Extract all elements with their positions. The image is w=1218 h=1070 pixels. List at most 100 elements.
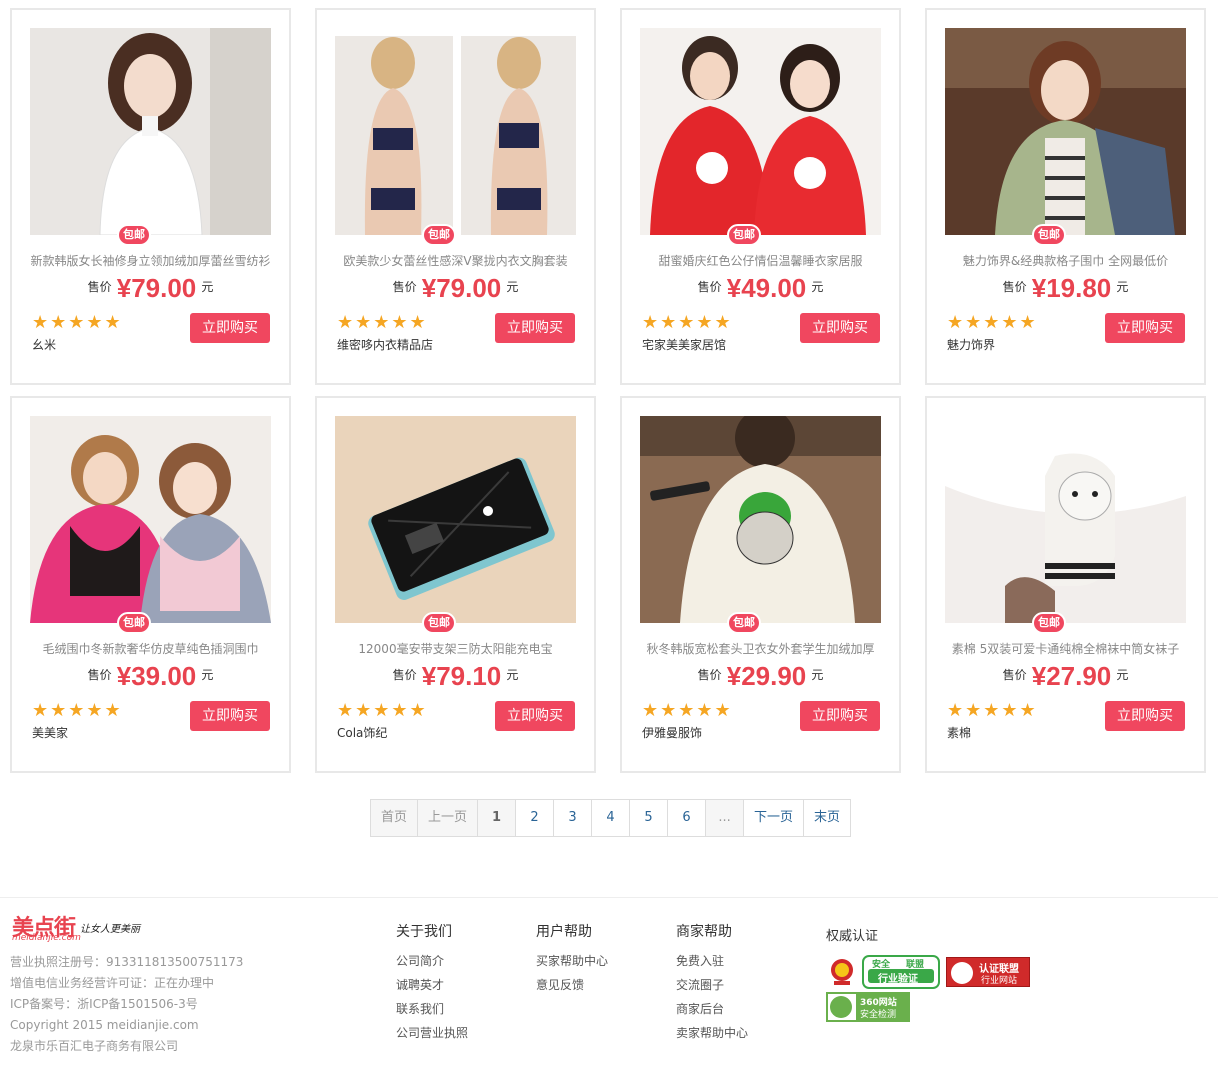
product-card[interactable]: 包邮 甜蜜婚庆红色公仔情侣温馨睡衣家居服 售价 ¥49.00 元 ★★★★★ 宅… (620, 8, 901, 385)
buy-now-button[interactable]: 立即购买 (800, 313, 880, 343)
free-shipping-badge: 包邮 (1032, 224, 1066, 246)
price-value: ¥27.90 (1031, 661, 1112, 691)
rating-stars: ★★★★★ (947, 312, 1038, 333)
rating-stars: ★★★★★ (947, 700, 1038, 721)
buy-now-button[interactable]: 立即购买 (800, 701, 880, 731)
site-logo[interactable]: 美点街 meidianjie.com 让女人更美丽 (12, 910, 152, 944)
price-unit: 元 (811, 280, 824, 294)
shop-name[interactable]: 伊雅曼服饰 (642, 724, 702, 741)
product-image[interactable] (945, 416, 1186, 623)
buy-now-button[interactable]: 立即购买 (190, 701, 270, 731)
page-link[interactable]: 2 (516, 800, 555, 836)
price-label: 售价 (697, 668, 722, 682)
copyright: Copyright 2015 meidianjie.com (10, 1018, 199, 1032)
logo-domain: meidianjie.com (12, 933, 81, 943)
security-alliance-badge[interactable]: 安全 联盟 行业验证 (862, 955, 940, 989)
buy-now-button[interactable]: 立即购买 (495, 313, 575, 343)
product-image[interactable] (640, 416, 881, 623)
product-title[interactable]: 素棉 5双装可爱卡通纯棉全棉袜中筒女袜子 (937, 640, 1194, 657)
product-card[interactable]: 包邮 秋冬韩版宽松套头卫衣女外套学生加绒加厚 售价 ¥29.90 元 ★★★★★… (620, 396, 901, 773)
footer-link[interactable]: 免费入驻 (676, 949, 748, 973)
product-card[interactable]: 包邮 毛绒围巾冬新款奢华仿皮草纯色插洞围巾 售价 ¥39.00 元 ★★★★★ … (10, 396, 291, 773)
footer-link[interactable]: 交流圈子 (676, 973, 748, 997)
page-link[interactable]: 6 (668, 800, 707, 836)
product-card[interactable]: 包邮 新款韩版女长袖修身立领加绒加厚蕾丝雪纺衫 售价 ¥79.00 元 ★★★★… (10, 8, 291, 385)
next-page-link[interactable]: 下一页 (744, 800, 805, 836)
footer-link[interactable]: 诚聘英才 (396, 973, 468, 997)
360-security-badge[interactable]: 360网站 安全检测 (826, 992, 910, 1022)
price-label: 售价 (392, 280, 417, 294)
product-image[interactable] (30, 416, 271, 623)
price-value: ¥79.10 (421, 661, 502, 691)
pagination: 首页 上一页 1 2 3 4 5 6 ... 下一页 末页 (370, 799, 852, 837)
product-title[interactable]: 毛绒围巾冬新款奢华仿皮草纯色插洞围巾 (22, 640, 279, 657)
product-image[interactable] (335, 28, 576, 235)
shop-name[interactable]: Cola饰纪 (337, 724, 387, 741)
price-row: 售价 ¥79.10 元 (317, 661, 594, 692)
shop-name[interactable]: 幺米 (32, 336, 56, 353)
product-title[interactable]: 12000毫安带支架三防太阳能充电宝 (327, 640, 584, 657)
rating-stars: ★★★★★ (337, 312, 428, 333)
product-image[interactable] (335, 416, 576, 623)
cert-text: 行业网站 (981, 976, 1018, 986)
price-row: 售价 ¥79.00 元 (317, 273, 594, 304)
footer-link[interactable]: 商家后台 (676, 997, 748, 1021)
price-label: 售价 (1002, 668, 1027, 682)
price-value: ¥79.00 (421, 273, 502, 303)
prev-page-link[interactable]: 上一页 (418, 800, 479, 836)
product-title[interactable]: 甜蜜婚庆红色公仔情侣温馨睡衣家居服 (632, 252, 889, 269)
shop-name[interactable]: 宅家美美家居馆 (642, 336, 726, 353)
price-label: 售价 (697, 280, 722, 294)
price-label: 售价 (1002, 280, 1027, 294)
free-shipping-badge: 包邮 (117, 224, 151, 246)
product-image[interactable] (30, 28, 271, 235)
product-card[interactable]: 包邮 魅力饰界&经典款格子围巾 全网最低价 售价 ¥19.80 元 ★★★★★ … (925, 8, 1206, 385)
page-link[interactable]: 4 (592, 800, 631, 836)
free-shipping-badge: 包邮 (117, 612, 151, 634)
buy-now-button[interactable]: 立即购买 (190, 313, 270, 343)
page-link[interactable]: 5 (630, 800, 669, 836)
footer-link[interactable]: 公司营业执照 (396, 1021, 468, 1045)
price-label: 售价 (87, 668, 112, 682)
buy-now-button[interactable]: 立即购买 (1105, 701, 1185, 731)
product-card[interactable]: 包邮 素棉 5双装可爱卡通纯棉全棉袜中筒女袜子 售价 ¥27.90 元 ★★★★… (925, 396, 1206, 773)
footer-link[interactable]: 公司简介 (396, 949, 468, 973)
page-link-current[interactable]: 1 (478, 800, 517, 836)
rating-stars: ★★★★★ (642, 700, 733, 721)
product-card[interactable]: 包邮 12000毫安带支架三防太阳能充电宝 售价 ¥79.10 元 ★★★★★ … (315, 396, 596, 773)
company-info: 营业执照注册号：913311813500751173 增值电信业务经营许可证：正… (10, 952, 243, 1057)
price-unit: 元 (1116, 668, 1129, 682)
last-page-link[interactable]: 末页 (804, 800, 851, 836)
product-title[interactable]: 新款韩版女长袖修身立领加绒加厚蕾丝雪纺衫 (22, 252, 279, 269)
certification-alliance-badge[interactable]: 认证联盟 行业网站 (946, 957, 1030, 987)
price-label: 售价 (87, 280, 112, 294)
footer-link[interactable]: 联系我们 (396, 997, 468, 1021)
police-badge-icon[interactable] (828, 957, 856, 987)
product-title[interactable]: 魅力饰界&经典款格子围巾 全网最低价 (937, 252, 1194, 269)
shop-name[interactable]: 素棉 (947, 724, 971, 741)
free-shipping-badge: 包邮 (422, 224, 456, 246)
footer-column-title: 商家帮助 (676, 924, 732, 940)
product-title[interactable]: 欧美款少女蕾丝性感深V聚拢内衣文胸套装 (327, 252, 584, 269)
footer-column-title: 用户帮助 (536, 924, 592, 940)
shop-name[interactable]: 美美家 (32, 724, 68, 741)
footer-link[interactable]: 意见反馈 (536, 973, 608, 997)
footer-link[interactable]: 卖家帮助中心 (676, 1021, 748, 1045)
shop-name[interactable]: 维密哆内衣精品店 (337, 336, 433, 353)
page-ellipsis: ... (706, 800, 745, 836)
price-unit: 元 (201, 668, 214, 682)
price-value: ¥19.80 (1031, 273, 1112, 303)
price-unit: 元 (506, 668, 519, 682)
product-card[interactable]: 包邮 欧美款少女蕾丝性感深V聚拢内衣文胸套装 售价 ¥79.00 元 ★★★★★… (315, 8, 596, 385)
buy-now-button[interactable]: 立即购买 (1105, 313, 1185, 343)
first-page-link[interactable]: 首页 (371, 800, 419, 836)
product-image[interactable] (945, 28, 1186, 235)
product-image[interactable] (640, 28, 881, 235)
product-title[interactable]: 秋冬韩版宽松套头卫衣女外套学生加绒加厚 (632, 640, 889, 657)
price-row: 售价 ¥39.00 元 (12, 661, 289, 692)
shop-name[interactable]: 魅力饰界 (947, 336, 995, 353)
footer-column-user-help: 用户帮助 买家帮助中心 意见反馈 (536, 921, 608, 997)
page-link[interactable]: 3 (554, 800, 593, 836)
buy-now-button[interactable]: 立即购买 (495, 701, 575, 731)
footer-link[interactable]: 买家帮助中心 (536, 949, 608, 973)
